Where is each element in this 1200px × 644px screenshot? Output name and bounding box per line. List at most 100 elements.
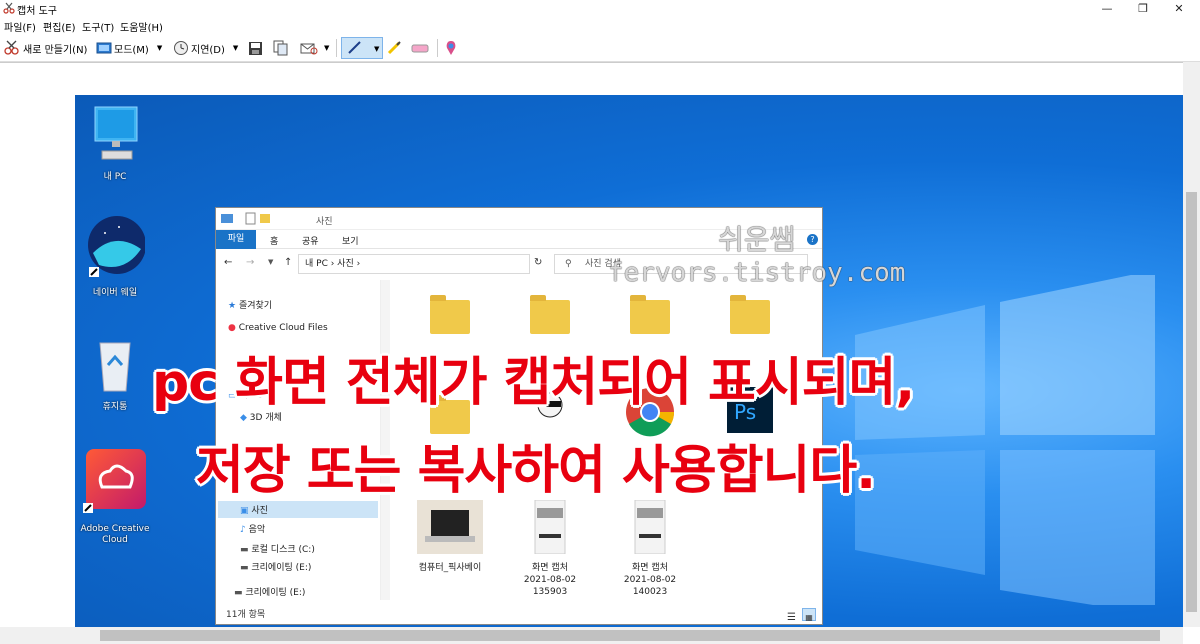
toolbar-divider — [336, 39, 337, 57]
horizontal-scrollbar[interactable] — [0, 627, 1183, 644]
item-count: 11개 항목 — [226, 610, 266, 620]
ribbon-tab-share[interactable]: 공유 — [302, 234, 319, 247]
details-view-icon[interactable]: ☰ — [787, 609, 796, 627]
nav-item-drive-e-root[interactable]: ▬ 크리에이팅 (E:) — [234, 585, 305, 598]
delay-dropdown-icon[interactable]: ▼ — [233, 44, 238, 52]
copy-button[interactable] — [273, 38, 291, 58]
pen-tool-button[interactable]: ▼ — [341, 37, 383, 59]
delay-button[interactable]: 지연(D) ▼ — [173, 38, 238, 58]
cloud-icon: ● — [228, 323, 239, 333]
file-item[interactable]: 화면 캡처 2021-08-02 135903 — [506, 499, 594, 598]
mode-icon — [96, 42, 112, 54]
back-arrow-icon[interactable]: ← — [224, 257, 232, 268]
clock-icon — [174, 41, 188, 55]
delay-label: 지연(D) — [191, 44, 225, 56]
mode-dropdown-icon[interactable]: ▼ — [157, 44, 162, 52]
file-item[interactable]: 화면 캡처 2021-08-02 140023 — [606, 499, 694, 598]
nav-item-pictures[interactable]: ▣ 사진 — [240, 503, 268, 516]
up-arrow-icon[interactable]: ↑ — [284, 257, 292, 268]
eraser-icon — [411, 44, 429, 53]
menu-edit[interactable]: 편집(E) — [43, 19, 76, 34]
file-name: 화면 캡처 — [532, 563, 568, 573]
folder-item[interactable] — [706, 290, 794, 342]
star-icon: ★ — [228, 301, 239, 311]
file-name: 컴퓨터_픽사베이 — [418, 563, 482, 573]
nav-item-label: 음악 — [248, 525, 266, 535]
send-dropdown-icon[interactable]: ▼ — [324, 44, 329, 52]
address-path: 내 PC › 사진 › — [305, 259, 361, 269]
svg-text:▼: ▼ — [374, 45, 380, 53]
highlighter-button[interactable] — [386, 38, 404, 58]
mode-button[interactable]: 모드(M) ▼ — [96, 38, 162, 58]
quick-access-icon — [221, 212, 270, 225]
capture-thumbnail-icon — [634, 499, 666, 555]
vertical-scrollbar[interactable] — [1183, 62, 1200, 627]
ribbon-tab-home[interactable]: 홈 — [270, 234, 278, 247]
caption-line-1: pc 화면 전체가 캡처되어 표시되며, — [152, 353, 915, 413]
desktop-icon-whale[interactable]: 네이버 웨일 — [75, 213, 155, 299]
menu-help[interactable]: 도움말(H) — [120, 19, 163, 34]
nav-item-music[interactable]: ♪ 음악 — [240, 522, 265, 535]
recent-dropdown-icon[interactable]: ▼ — [268, 258, 273, 266]
folder-icon — [530, 295, 570, 334]
paint3d-icon — [446, 41, 456, 55]
desktop-icon-my-pc[interactable]: 내 PC — [75, 103, 155, 183]
paint3d-button[interactable] — [443, 38, 461, 58]
help-icon[interactable]: ? — [807, 234, 818, 245]
menu-bar: 파일(F) 편집(E) 도구(T) 도움말(H) — [0, 17, 1200, 34]
explorer-title: 사진 — [316, 217, 333, 227]
send-snip-button[interactable]: ▼ — [300, 38, 329, 58]
search-icon: ⚲ — [565, 259, 572, 269]
folder-item[interactable] — [506, 290, 594, 342]
new-snip-button[interactable]: 새로 만들기(N) — [3, 38, 87, 58]
nav-item-label: 크리에이팅 (E:) — [245, 588, 306, 598]
nav-item-creative-cloud[interactable]: ● Creative Cloud Files — [228, 323, 328, 333]
address-bar[interactable]: 내 PC › 사진 › — [298, 254, 530, 274]
nav-item-drive-e[interactable]: ▬ 크리에이팅 (E:) — [240, 560, 311, 573]
close-button[interactable]: ✕ — [1156, 0, 1200, 17]
desktop-icon-label: 내 PC — [103, 172, 127, 182]
send-snip-icon — [300, 43, 318, 55]
pen-icon: ▼ — [348, 41, 380, 54]
save-button[interactable] — [248, 38, 265, 58]
save-icon — [249, 41, 262, 55]
caption-line-2: 저장 또는 복사하여 사용합니다. — [196, 441, 876, 501]
vertical-scroll-thumb[interactable] — [1186, 192, 1197, 612]
file-item[interactable]: 컴퓨터_픽사베이 — [406, 500, 494, 574]
nav-item-local-disk-c[interactable]: ▬ 로컬 디스크 (C:) — [240, 542, 315, 555]
horizontal-scroll-thumb[interactable] — [100, 630, 1160, 641]
file-date: 2021-08-02 — [523, 575, 577, 585]
nav-item-favorites[interactable]: ★ 즐겨찾기 — [228, 298, 272, 311]
laptop-thumbnail-icon — [417, 500, 483, 554]
file-time: 140023 — [632, 587, 668, 597]
desktop-icon-recycle-bin[interactable]: 휴지통 — [75, 333, 155, 413]
desktop-icon-creative-cloud[interactable]: Adobe Creative Cloud — [75, 447, 155, 546]
folder-icon — [430, 295, 470, 334]
desktop-icon-label: 네이버 웨일 — [92, 288, 138, 298]
menu-tools[interactable]: 도구(T) — [82, 19, 114, 34]
drive-icon: ▬ — [240, 563, 252, 573]
file-name: 화면 캡처 — [632, 563, 668, 573]
title-bar: 캡처 도구 — ❐ ✕ — [0, 0, 1200, 17]
folder-icon — [730, 295, 770, 334]
folder-item[interactable] — [406, 290, 494, 342]
nav-item-label: 사진 — [251, 506, 268, 516]
window-title: 캡처 도구 — [17, 6, 57, 17]
desktop-icon-label: Adobe Creative Cloud — [80, 524, 150, 545]
ribbon-tab-file[interactable]: 파일 — [216, 230, 256, 249]
ribbon-tab-view[interactable]: 보기 — [342, 234, 359, 247]
file-time: 135903 — [532, 587, 568, 597]
snipping-tool-window: 캡처 도구 — ❐ ✕ 파일(F) 편집(E) 도구(T) 도움말(H) 새로 … — [0, 0, 1200, 644]
forward-arrow-icon[interactable]: → — [246, 257, 254, 268]
large-icons-view-icon[interactable]: ▦ — [802, 608, 816, 622]
pc-icon — [94, 106, 138, 160]
menu-file[interactable]: 파일(F) — [4, 19, 36, 34]
desktop-icon-label: 휴지통 — [102, 402, 128, 412]
eraser-button[interactable] — [410, 38, 432, 58]
windows-logo-graphic — [855, 275, 1155, 605]
nav-item-label: 로컬 디스크 (C:) — [251, 545, 315, 555]
refresh-icon[interactable]: ↻ — [534, 257, 542, 268]
folder-item[interactable] — [606, 290, 694, 342]
whale-browser-icon — [88, 216, 146, 277]
new-snip-label: 새로 만들기(N) — [23, 44, 88, 56]
